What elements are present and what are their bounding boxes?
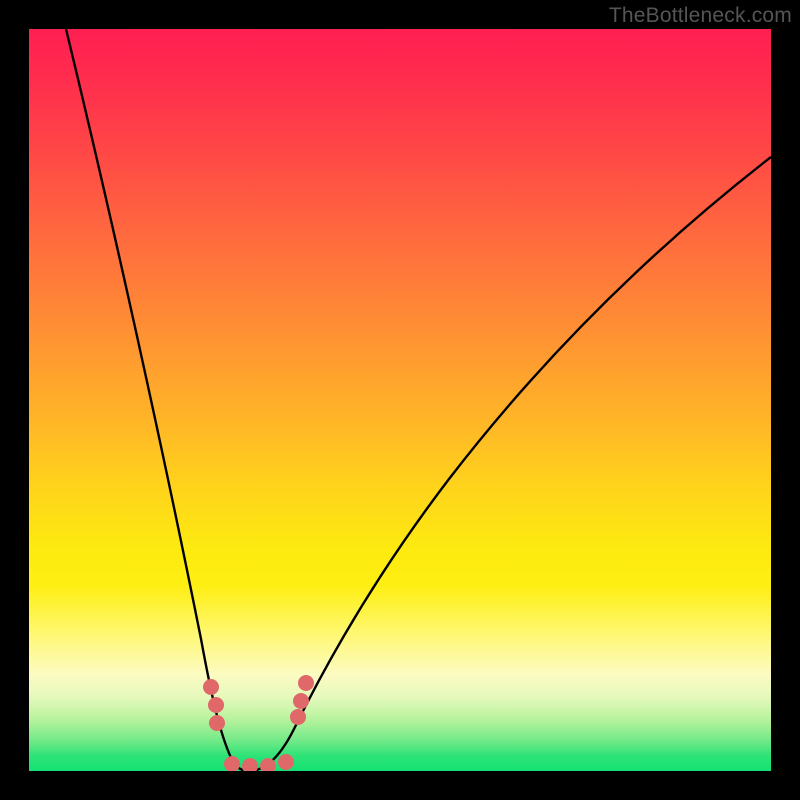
valley-dots bbox=[203, 675, 314, 771]
chart-svg bbox=[29, 29, 771, 771]
left-curve bbox=[66, 29, 249, 771]
watermark-text: TheBottleneck.com bbox=[609, 4, 792, 28]
chart-frame: TheBottleneck.com bbox=[0, 0, 800, 800]
right-curve bbox=[249, 157, 771, 771]
